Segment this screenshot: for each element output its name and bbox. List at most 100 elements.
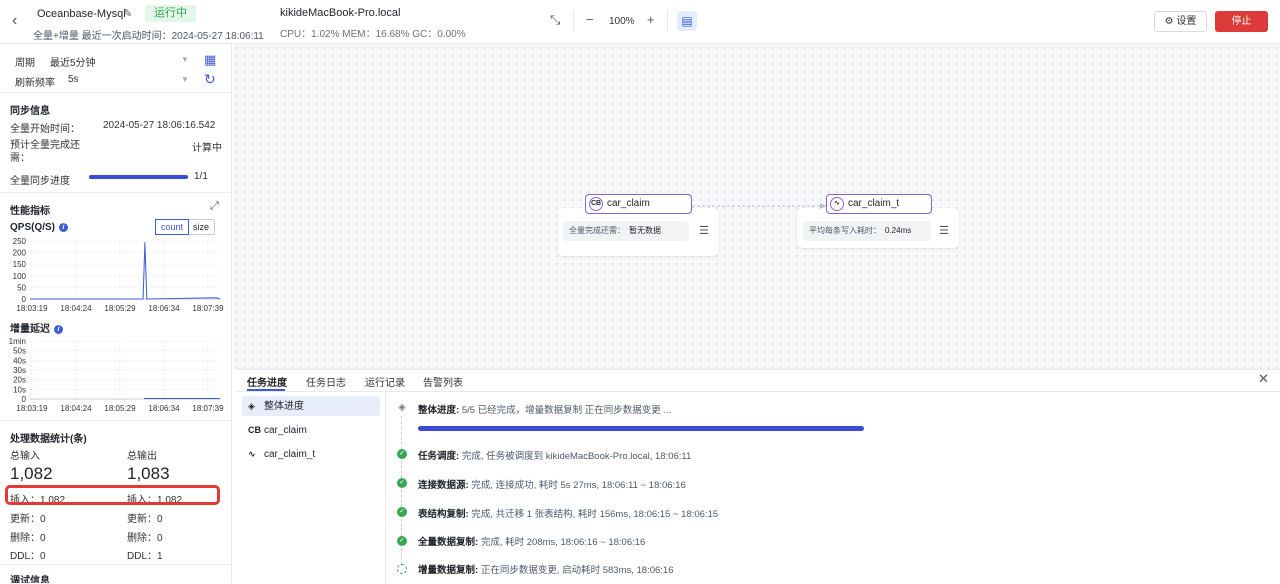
divider [0, 564, 231, 565]
delay-title: 增量延迟 i [10, 320, 63, 335]
y-tick-label: 150 [13, 260, 27, 269]
y-tick-label: 50 [17, 283, 26, 292]
step-text: 完成, 共迁移 1 张表结构, 耗时 156ms, 18:06:15 ~ 18:… [471, 509, 719, 520]
out-ddl: DDL：1 [127, 551, 163, 562]
refresh-label: 刷新频率 [15, 78, 55, 89]
top-bar: ‹ Oceanbase-Mysql ✎ 运行中 全量+增量 最近一次启动时间：2… [0, 0, 1280, 44]
source-node-label: car_claim [607, 198, 650, 209]
refresh-select[interactable]: 5s [68, 74, 79, 85]
toolbar-divider [667, 10, 668, 32]
timeline-line [401, 519, 402, 536]
side-item-overall[interactable]: ◈ 整体进度 [242, 396, 380, 416]
stats-title: 处理数据统计(条) [10, 434, 87, 445]
target-node-label: car_claim_t [848, 198, 900, 209]
calendar-icon[interactable]: ▦ [204, 52, 216, 68]
step-text: 完成, 连接成功, 耗时 5s 27ms, 18:06:11 ~ 18:06:1… [471, 480, 686, 491]
divider [0, 92, 231, 93]
full-start-label: 全量开始时间： [10, 124, 80, 135]
highlight-box [5, 485, 220, 505]
clipboard-icon[interactable]: ▤ [677, 11, 697, 31]
expand-icon[interactable]: ⤢ [210, 200, 219, 213]
left-panel: 周期 最近5分钟 ▼ ▦ 刷新频率 5s ▼ ↻ 同步信息 全量开始时间： 20… [0, 44, 232, 583]
source-node[interactable]: CB car_claim [585, 194, 692, 214]
info-icon[interactable]: i [59, 223, 69, 232]
period-select[interactable]: 最近5分钟 [50, 54, 96, 69]
in-ddl: DDL：0 [10, 551, 46, 562]
eta-value: 计算中 [192, 143, 222, 154]
tab-progress[interactable]: 任务进度 [247, 374, 287, 389]
database-icon: CB [248, 425, 261, 435]
side-item-car-claim-t[interactable]: ∿ car_claim_t [242, 444, 380, 464]
status-badge: 运行中 [145, 5, 196, 22]
step-schedule: 任务调度: 完成, 任务被调度到 kikideMacBook-Pro.local… [418, 448, 691, 462]
edit-icon[interactable]: ✎ [123, 7, 132, 20]
overall-progress-fill [418, 426, 864, 431]
step-title: 表结构复制: [418, 509, 469, 520]
list-icon[interactable]: ☰ [699, 224, 709, 237]
layers-icon: ◈ [398, 402, 406, 413]
stop-button[interactable]: 停止 [1215, 11, 1268, 32]
refresh-icon[interactable]: ↻ [204, 71, 216, 88]
zoom-out-icon[interactable]: − [586, 12, 594, 27]
timeline-line [401, 461, 402, 478]
list-icon[interactable]: ☰ [939, 224, 949, 237]
overall-text: 5/5 已经完成，增量数据复制 正在同步数据变更 ... [461, 405, 672, 416]
fit-view-icon[interactable]: ⤡ [550, 12, 560, 28]
info-icon[interactable]: i [54, 325, 63, 334]
count-size-toggle: count size [155, 219, 216, 235]
step-text: 完成, 耗时 208ms, 18:06:16 ~ 18:06:16 [480, 537, 646, 548]
target-node[interactable]: ∿ car_claim_t [826, 194, 932, 214]
step-title: 任务调度: [418, 451, 460, 462]
step-connect: 连接数据源: 完成, 连接成功, 耗时 5s 27ms, 18:06:11 ~ … [418, 477, 686, 491]
timeline-line [401, 416, 402, 450]
eta-label: 预计全量完成还需： [10, 140, 80, 164]
total-out-label: 总输出 [127, 451, 157, 462]
y-tick-label: 100 [13, 272, 27, 281]
check-icon: ✓ [397, 449, 407, 459]
step-schema: 表结构复制: 完成, 共迁移 1 张表结构, 耗时 156ms, 18:06:1… [418, 506, 718, 520]
y-tick-label: 30s [13, 366, 26, 375]
divider [0, 192, 231, 193]
total-in-label: 总输入 [10, 451, 40, 462]
size-toggle[interactable]: size [188, 220, 214, 234]
delay-chart: 1min50s40s30s20s10s018:03:19 18:04:24 18:0… [9, 337, 224, 413]
host-name: kikideMacBook-Pro.local [280, 7, 401, 19]
count-toggle[interactable]: count [155, 219, 190, 235]
target-metric-label: 平均每条写入耗时： [809, 226, 881, 235]
perf-title: 性能指标 [10, 206, 50, 217]
x-tick-label: 18:05:29 [104, 404, 136, 413]
close-icon[interactable]: ✕ [1258, 371, 1269, 387]
dag-canvas[interactable]: CB car_claim ∿ car_claim_t 全量完成还需： 暂无数据 ☰ 平… [233, 44, 1280, 369]
source-metric: 全量完成还需： 暂无数据 [563, 221, 689, 241]
step-title: 增量数据复制: [418, 565, 479, 576]
target-metric: 平均每条写入耗时： 0.24ms [803, 221, 931, 241]
y-tick-label: 20s [13, 376, 26, 385]
out-update: 更新：0 [127, 514, 163, 525]
chevron-down-icon: ▼ [181, 55, 189, 64]
side-item-label: 整体进度 [264, 401, 304, 412]
tab-run-record[interactable]: 运行记录 [365, 374, 405, 389]
step-incremental: 增量数据复制: 正在同步数据变更, 启动耗时 583ms, 18:06:16 [418, 562, 674, 576]
qps-chart: 250 200 150 100 50 018:03:19 18:04:24 18:05:29 1… [13, 237, 224, 313]
overall-progress-bar [418, 426, 864, 431]
x-tick-label: 18:05:29 [104, 304, 136, 313]
y-tick-label: 1min [9, 337, 26, 346]
settings-button[interactable]: ⚙ 设置 [1154, 11, 1207, 32]
zoom-in-icon[interactable]: + [647, 12, 655, 27]
layers-icon: ◈ [248, 401, 255, 411]
back-arrow-icon[interactable]: ‹ [12, 12, 28, 30]
tab-log[interactable]: 任务日志 [306, 374, 346, 389]
overall-progress-text: 整体进度: 5/5 已经完成，增量数据复制 正在同步数据变更 ... [418, 402, 671, 416]
tab-alerts[interactable]: 告警列表 [423, 374, 463, 389]
side-item-car-claim[interactable]: CB car_claim [242, 420, 380, 440]
check-icon: ✓ [397, 536, 407, 546]
step-text: 完成, 任务被调度到 kikideMacBook-Pro.local, 18:0… [461, 451, 692, 462]
total-in-value: 1,082 [10, 464, 53, 483]
step-text: 正在同步数据变更, 启动耗时 583ms, 18:06:16 [480, 565, 674, 576]
settings-label: 设置 [1176, 16, 1197, 27]
sync-info-title: 同步信息 [10, 106, 50, 117]
divider [385, 392, 386, 584]
gear-icon: ⚙ [1164, 16, 1174, 27]
edge-arrow [692, 203, 826, 209]
x-tick-label: 18:04:24 [60, 304, 92, 313]
